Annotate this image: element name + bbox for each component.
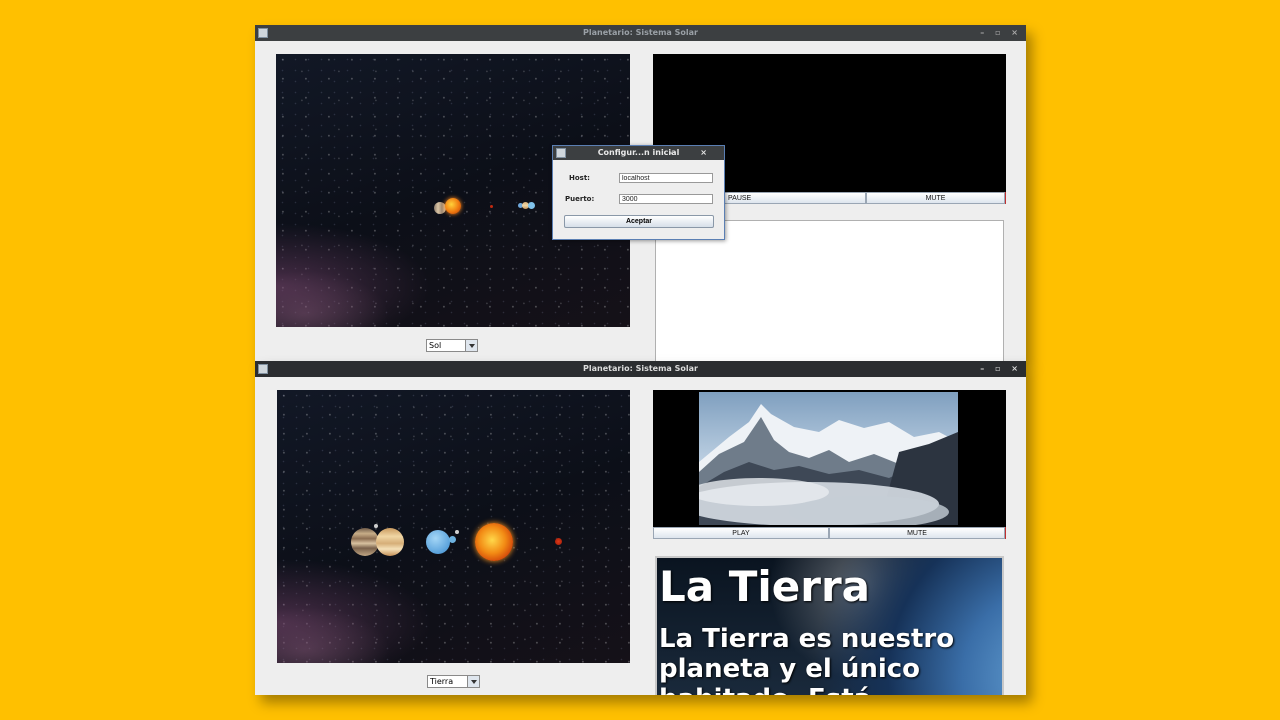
chevron-down-icon[interactable] [467, 676, 479, 687]
window-controls[interactable]: – ▫ × [980, 361, 1022, 377]
planetario-window-bottom: Planetario: Sistema Solar – ▫ × Tierra P… [255, 361, 1026, 695]
window-titlebar[interactable]: Planetario: Sistema Solar – ▫ × [255, 361, 1026, 377]
config-dialog: Configur...n inicial – × Host: Puerto: A… [552, 145, 725, 240]
neptune-planet[interactable] [528, 202, 535, 209]
java-app-icon [258, 364, 268, 374]
jupiter-planet[interactable] [376, 528, 404, 556]
mountain-video-frame [699, 392, 958, 525]
host-label: Host: [569, 174, 590, 182]
dialog-titlebar[interactable]: Configur...n inicial – × [553, 146, 724, 160]
earth-moon[interactable] [455, 530, 459, 534]
dialog-title: Configur...n inicial [597, 148, 680, 157]
saturn-planet[interactable] [351, 528, 379, 556]
info-panel [655, 220, 1004, 361]
media-controls: PLAY MUTE [653, 527, 1006, 539]
info-title: La Tierra [659, 562, 871, 611]
play-button[interactable]: PLAY [653, 527, 829, 539]
solar-system-view[interactable] [277, 390, 630, 663]
saturn-moon[interactable] [374, 524, 378, 528]
window-controls[interactable]: – ▫ × [980, 25, 1022, 41]
window-titlebar[interactable]: Planetario: Sistema Solar – ▫ × [255, 25, 1026, 41]
sun-planet[interactable] [445, 198, 461, 214]
sun-planet[interactable] [475, 523, 513, 561]
uranus-planet[interactable] [426, 530, 450, 554]
info-text: La Tierra es nuestro planeta y el único … [659, 624, 955, 695]
window-title: Planetario: Sistema Solar [583, 28, 698, 37]
neptune-planet[interactable] [449, 536, 456, 543]
port-label: Puerto: [565, 195, 595, 203]
host-input[interactable] [619, 173, 713, 183]
chevron-down-icon[interactable] [465, 340, 477, 351]
mars-planet[interactable] [555, 538, 562, 545]
body-selector[interactable]: Sol [426, 339, 478, 352]
info-panel: La Tierra La Tierra es nuestro planeta y… [655, 556, 1004, 695]
java-app-icon [258, 28, 268, 38]
accept-button[interactable]: Aceptar [564, 215, 714, 228]
video-player[interactable] [653, 390, 1006, 527]
body-selector-value: Tierra [430, 677, 454, 686]
dialog-controls[interactable]: – × [670, 146, 720, 160]
body-selector[interactable]: Tierra [427, 675, 480, 688]
window-title: Planetario: Sistema Solar [583, 364, 698, 373]
body-selector-value: Sol [429, 341, 442, 350]
mute-button[interactable]: MUTE [829, 527, 1005, 539]
java-app-icon [556, 148, 566, 158]
port-input[interactable] [619, 194, 713, 204]
mars-planet[interactable] [490, 205, 493, 208]
mute-button[interactable]: MUTE [866, 192, 1005, 204]
